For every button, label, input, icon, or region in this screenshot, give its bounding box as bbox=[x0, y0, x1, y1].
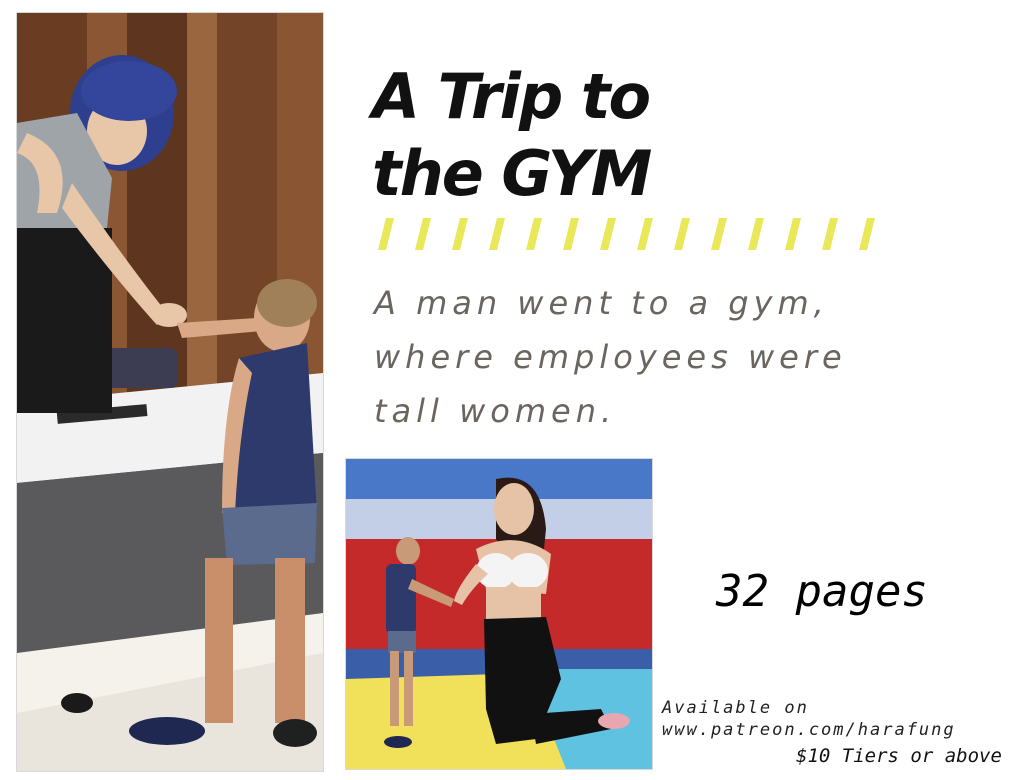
page-count: 32 pages bbox=[716, 566, 928, 617]
tagline: A man went to a gym, where employees wer… bbox=[374, 276, 847, 438]
stripe-mark bbox=[378, 218, 394, 250]
stripe-mark bbox=[489, 218, 505, 250]
stripe-mark bbox=[822, 218, 838, 250]
stripe-mark bbox=[748, 218, 764, 250]
stripe-mark bbox=[452, 218, 468, 250]
stripe-mark bbox=[563, 218, 579, 250]
stripe-mark bbox=[785, 218, 801, 250]
tier-requirement: $10 Tiers or above bbox=[796, 745, 1002, 767]
title-line-2: the GYM bbox=[372, 137, 652, 210]
stripe-mark bbox=[674, 218, 690, 250]
availability-label: Available on bbox=[662, 698, 809, 718]
tagline-line-1: A man went to a gym, bbox=[374, 284, 829, 322]
patreon-link[interactable]: www.patreon.com/harafung bbox=[662, 719, 956, 741]
tagline-line-3: tall women. bbox=[374, 392, 617, 430]
tagline-line-2: where employees were bbox=[374, 338, 847, 376]
stripe-divider bbox=[378, 218, 875, 250]
page-title: A Trip to the GYM bbox=[372, 58, 652, 212]
stripe-mark bbox=[600, 218, 616, 250]
availability-info: Available on www.patreon.com/harafung bbox=[662, 697, 956, 741]
stripe-mark bbox=[637, 218, 653, 250]
stripe-mark bbox=[526, 218, 542, 250]
stripe-mark bbox=[859, 218, 875, 250]
stripe-mark bbox=[711, 218, 727, 250]
cover-illustration bbox=[16, 12, 324, 772]
title-line-1: A Trip to bbox=[372, 60, 651, 133]
stripe-mark bbox=[415, 218, 431, 250]
preview-illustration bbox=[345, 458, 653, 770]
